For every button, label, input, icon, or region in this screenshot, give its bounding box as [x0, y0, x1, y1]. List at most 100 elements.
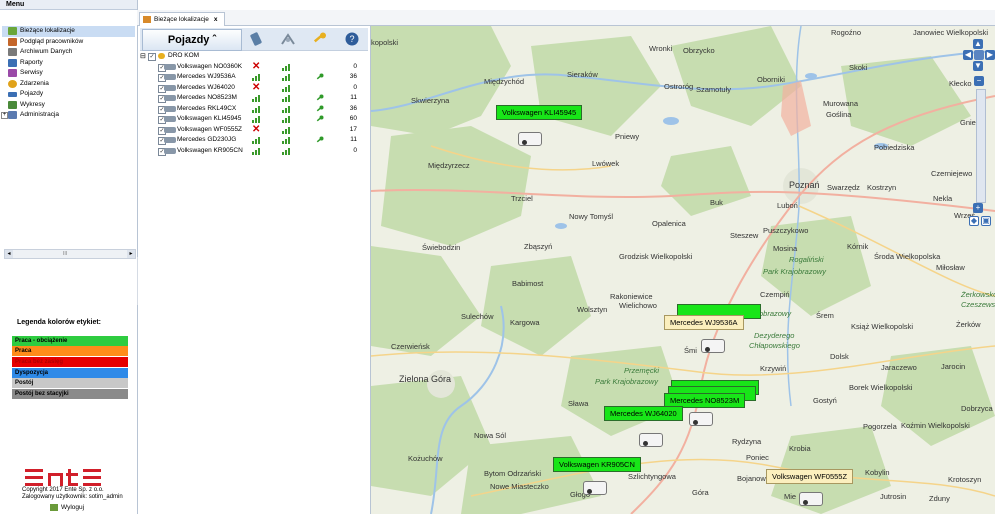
menu-item-label: Bieżące lokalizacje — [20, 27, 75, 34]
ignition-key-icon — [316, 136, 324, 143]
pan-right-button[interactable]: ▶ — [985, 50, 995, 60]
vehicle-row[interactable]: ✓ Volkswagen WF0555Z ✕ 17 — [140, 123, 365, 136]
menu-item-events[interactable]: Zdarzenia — [2, 79, 135, 90]
group-checkbox[interactable]: ✓ — [148, 53, 156, 61]
signal-strength-icon — [252, 147, 260, 155]
menu-item-administration[interactable]: + Administracja — [1, 110, 135, 121]
menu-horizontal-scrollbar[interactable]: ◂ III ▸ — [4, 249, 136, 259]
report-icon — [8, 58, 17, 67]
ignition-key-icon — [316, 73, 324, 80]
zoom-in-button[interactable]: + — [973, 203, 983, 213]
phone-icon[interactable] — [247, 31, 265, 47]
vehicle-row[interactable]: ✓ Mercedes WJ9536A 36 — [140, 72, 365, 83]
vehicles-sort-button[interactable]: Pojazdy ˆ — [142, 29, 242, 51]
map-view[interactable]: kopolski Wronki Obrzycko Rogoźno Janowie… — [371, 26, 995, 514]
gps-signal-icon — [282, 126, 290, 134]
menu-item-services[interactable]: Serwisy — [2, 68, 135, 79]
vehicle-value: 36 — [349, 104, 357, 112]
no-connection-icon: ✕ — [252, 123, 261, 135]
menu-item-archive[interactable]: Archiwum Danych — [2, 47, 135, 58]
vehicle-icon — [164, 105, 176, 112]
logged-user-text: Zalogowany użytkownik: sotim_admin — [22, 494, 123, 500]
vehicle-name: Mercedes RKL49CX — [177, 104, 237, 112]
legend-item: Dyspozycja — [12, 368, 128, 378]
vehicle-icon — [164, 95, 176, 101]
scroll-thumb[interactable]: III — [63, 250, 67, 258]
vehicle-name: Volkswagen WF0555Z — [177, 125, 243, 133]
scroll-left-icon[interactable]: ◂ — [5, 250, 13, 258]
map-vehicle-label[interactable]: Volkswagen KR905CN — [553, 457, 641, 472]
legend-item: Praca - obciążenie — [12, 336, 128, 346]
chart-icon — [8, 100, 17, 109]
ambulance-marker-icon[interactable] — [701, 339, 725, 353]
ambulance-marker-icon[interactable] — [518, 132, 542, 146]
vehicle-row[interactable]: ✓ Mercedes RKL49CX 36 — [140, 104, 365, 115]
menu-item-label: Raporty — [20, 58, 43, 66]
legend-item: Praca bez zasięg — [12, 357, 128, 367]
ignition-key-icon — [316, 105, 324, 111]
vehicle-row[interactable]: ✓ Mercedes NO8523M 11 — [140, 93, 365, 104]
scroll-right-icon[interactable]: ▸ — [127, 250, 135, 258]
satellite-signal-icon[interactable] — [279, 31, 297, 47]
ignition-key-icon — [316, 94, 324, 101]
workers-icon — [8, 37, 17, 46]
map-vehicle-label[interactable]: Mercedes WJ9536A — [664, 315, 744, 330]
ambulance-marker-icon[interactable] — [689, 412, 713, 426]
logout-button[interactable]: Wyloguj — [50, 504, 84, 511]
group-label: DRO KOM — [168, 52, 200, 59]
gps-signal-icon — [282, 95, 290, 102]
vehicle-name: Mercedes NO8523M — [177, 94, 237, 101]
legend-item: Praca — [12, 346, 128, 356]
vehicle-row[interactable]: ✓ Volkswagen NO0360K ✕ 0 — [140, 61, 365, 73]
vehicle-row[interactable]: ✓ Volkswagen KR905CN 0 — [140, 146, 365, 157]
vehicle-row[interactable]: ✓ Mercedes WJ64020 ✕ 0 — [140, 82, 365, 94]
vehicle-group-row[interactable]: ⊟ ✓ DRO KOM — [140, 51, 365, 62]
menu-item-current-locations[interactable]: Bieżące lokalizacje — [2, 26, 135, 37]
help-icon[interactable]: ? — [343, 31, 361, 47]
legend-item: Postój — [12, 378, 128, 388]
menu-item-label: Zdarzenia — [20, 79, 49, 87]
vehicle-row[interactable]: ✓ Mercedes GD230JG 11 — [140, 135, 365, 146]
archive-icon — [8, 48, 17, 56]
ambulance-marker-icon[interactable] — [639, 433, 663, 447]
legend-title: Legenda kolorów etykiet: — [17, 319, 102, 326]
expand-icon[interactable]: + — [1, 112, 8, 119]
menu-item-label: Serwisy — [20, 69, 43, 76]
zoom-slider[interactable] — [976, 89, 986, 203]
gps-signal-icon — [282, 105, 290, 113]
map-vehicle-label[interactable]: Volkswagen KLI45945 — [496, 105, 583, 120]
vehicle-icon — [164, 137, 176, 143]
vehicle-icon — [164, 74, 176, 80]
copyright-block: Copyright 2017 Ente Sp. z o.o. Zalogowan… — [22, 487, 132, 501]
map-background — [371, 26, 995, 514]
menu-item-vehicles[interactable]: Pojazdy — [2, 89, 135, 100]
vehicle-icon — [8, 92, 17, 97]
tab-current-locations[interactable]: Bieżące lokalizacje x — [139, 12, 225, 26]
ambulance-marker-icon[interactable] — [799, 492, 823, 506]
ambulance-marker-icon[interactable] — [583, 481, 607, 495]
fullscreen-icon[interactable]: ▣ — [981, 216, 991, 226]
pan-center-button[interactable] — [974, 50, 984, 60]
vehicle-row[interactable]: ✓ Volkswagen KLI45945 60 — [140, 114, 365, 125]
signal-strength-icon — [252, 74, 260, 81]
logout-icon — [50, 504, 58, 511]
vehicle-value: 0 — [353, 146, 357, 154]
vehicle-value: 36 — [349, 73, 357, 80]
pan-down-button[interactable]: ▼ — [973, 61, 983, 71]
zoom-out-button[interactable]: − — [974, 76, 984, 86]
gps-signal-icon — [282, 74, 290, 81]
pan-left-button[interactable]: ◀ — [963, 50, 973, 60]
map-vehicle-label[interactable]: Volkswagen WF0555Z — [766, 469, 854, 484]
vehicle-name: Volkswagen NO0360K — [177, 62, 243, 70]
layers-icon[interactable]: ◆ — [969, 216, 979, 226]
key-icon[interactable] — [311, 31, 329, 47]
pan-up-button[interactable]: ▲ — [973, 39, 983, 49]
ente-logo — [25, 469, 101, 486]
vehicle-name: Volkswagen KR905CN — [177, 146, 243, 154]
close-icon[interactable]: x — [214, 16, 218, 23]
map-vehicle-label[interactable]: Mercedes WJ64020 — [604, 406, 683, 421]
menu-item-reports[interactable]: Raporty — [2, 58, 135, 69]
menu-item-workers[interactable]: Podgląd pracowników — [2, 37, 135, 48]
gps-signal-icon — [282, 84, 290, 92]
menu-item-charts[interactable]: Wykresy — [2, 100, 135, 111]
